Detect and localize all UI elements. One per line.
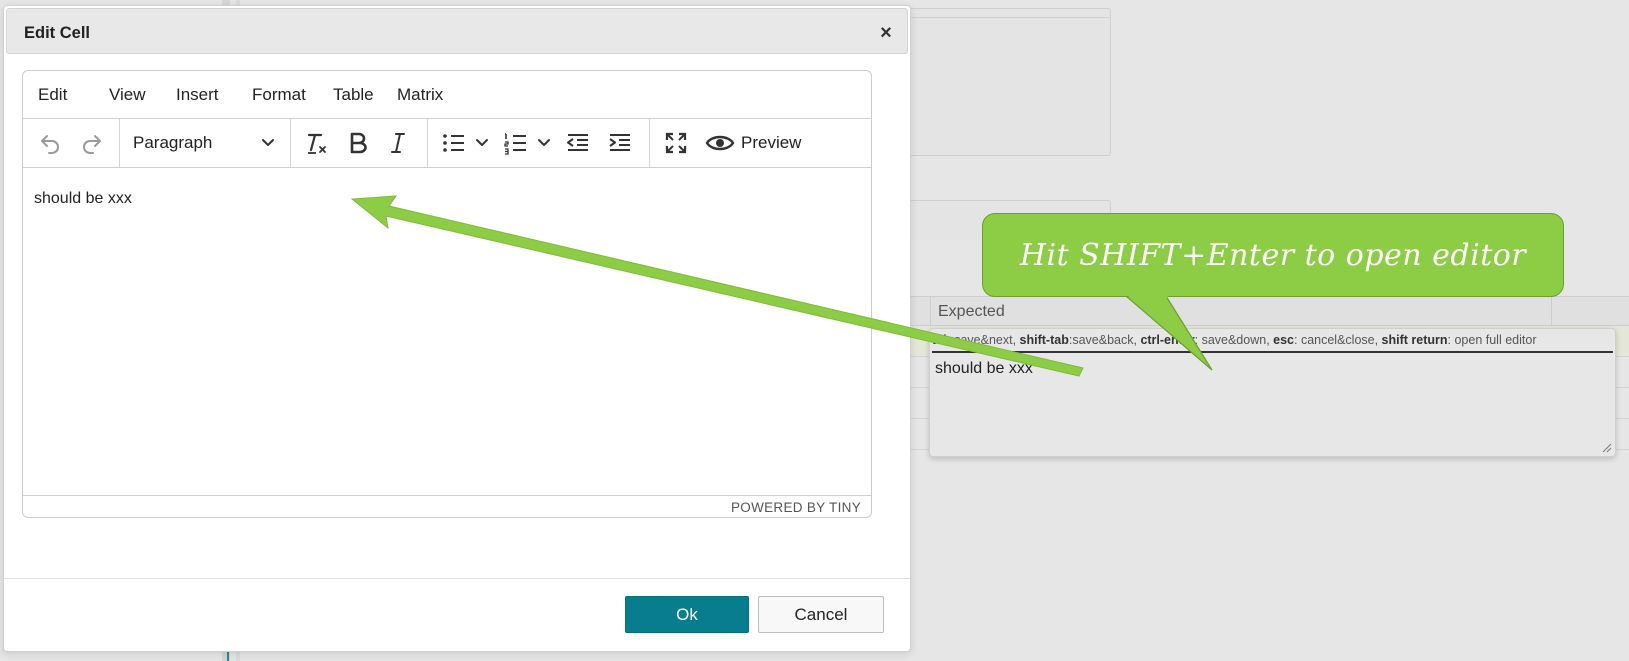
redo-button[interactable] [77, 128, 107, 158]
editor-branding[interactable]: POWERED BY TINY [731, 500, 861, 515]
hint-key: esc [1273, 333, 1294, 347]
indent-icon [609, 134, 630, 151]
italic-button[interactable] [381, 128, 415, 158]
hint-desc: : cancel&close, [1294, 333, 1382, 347]
chevron-down-icon [538, 139, 550, 146]
toolbar-separator [290, 119, 291, 167]
bullet-list-button[interactable] [437, 128, 493, 158]
hint-desc: :save&next, [950, 333, 1020, 347]
hint-desc: : open full editor [1447, 333, 1537, 347]
eye-icon [705, 135, 735, 151]
fullscreen-icon [665, 132, 687, 154]
hint-key: shift return [1381, 333, 1448, 347]
cancel-button[interactable]: Cancel [758, 596, 884, 633]
annotation-callout: Hit SHIFT+Enter to open editor [982, 213, 1564, 297]
preview-button[interactable]: Preview [705, 128, 809, 158]
redo-icon [83, 135, 101, 154]
hint-desc: : save&down, [1194, 333, 1274, 347]
menu-format[interactable]: Format [252, 85, 306, 105]
undo-button[interactable] [35, 128, 65, 158]
column-separator [1551, 297, 1552, 327]
editor-menubar: Edit View Insert Format Table Matrix [23, 71, 871, 119]
menu-edit[interactable]: Edit [38, 85, 67, 105]
indent-button[interactable] [603, 128, 637, 158]
numbered-list-button[interactable] [499, 128, 555, 158]
background-panel [900, 8, 1111, 156]
bullet-list-icon [443, 134, 464, 152]
clear-formatting-icon [307, 133, 326, 154]
outdent-icon [567, 134, 588, 151]
preview-label: Preview [741, 133, 802, 152]
editor-statusbar: POWERED BY TINY [23, 495, 871, 517]
toolbar-separator [427, 119, 428, 167]
menu-insert[interactable]: Insert [176, 85, 219, 105]
chevron-down-icon [262, 139, 274, 146]
dialog-footer-divider [4, 578, 910, 579]
toolbar-separator [119, 119, 120, 167]
keyboard-hint: tab:save&next, shift-tab:save&back, ctrl… [932, 333, 1613, 353]
edit-cell-dialog: Edit Cell × Edit View Insert Format Tabl… [3, 5, 911, 652]
block-format-select[interactable]: Paragraph [121, 128, 287, 158]
menu-table[interactable]: Table [333, 85, 374, 105]
editor-content-text[interactable]: should be xxx [34, 190, 132, 208]
bold-button[interactable] [341, 128, 375, 158]
menu-matrix[interactable]: Matrix [397, 85, 443, 105]
italic-icon [391, 133, 405, 153]
callout-text: Hit SHIFT+Enter to open editor [1019, 237, 1527, 273]
hint-desc: :save&back, [1068, 333, 1141, 347]
dialog-title: Edit Cell [24, 24, 91, 42]
toolbar-separator [649, 119, 650, 167]
column-header-expected: Expected [938, 303, 1005, 320]
hint-key: shift-tab [1019, 333, 1069, 347]
resize-handle-icon[interactable] [1602, 443, 1612, 453]
dialog-titlebar: Edit Cell × [6, 8, 908, 54]
hint-key: tab [932, 333, 951, 347]
numbered-list-icon [504, 133, 526, 155]
menu-view[interactable]: View [109, 85, 146, 105]
rich-text-editor: Edit View Insert Format Table Matrix Par… [22, 70, 872, 518]
editor-content-area[interactable]: should be xxx [23, 168, 871, 499]
inline-cell-editor[interactable]: tab:save&next, shift-tab:save&back, ctrl… [929, 328, 1616, 457]
background-panel-header [900, 17, 1111, 18]
chevron-down-icon [476, 139, 488, 146]
block-format-value: Paragraph [133, 133, 213, 152]
editor-toolbar: Paragraph Preview [23, 119, 871, 168]
column-separator [930, 297, 931, 327]
ok-button[interactable]: Ok [625, 596, 749, 633]
undo-icon [41, 135, 59, 154]
clear-formatting-button[interactable] [299, 128, 333, 158]
cell-editor-text[interactable]: should be xxx [935, 360, 1033, 378]
hint-key: ctrl-enter [1140, 333, 1195, 347]
bold-icon [350, 132, 367, 154]
fullscreen-button[interactable] [659, 128, 693, 158]
table-header: Expected [900, 296, 1629, 327]
close-icon[interactable]: × [877, 23, 895, 43]
outdent-button[interactable] [561, 128, 595, 158]
